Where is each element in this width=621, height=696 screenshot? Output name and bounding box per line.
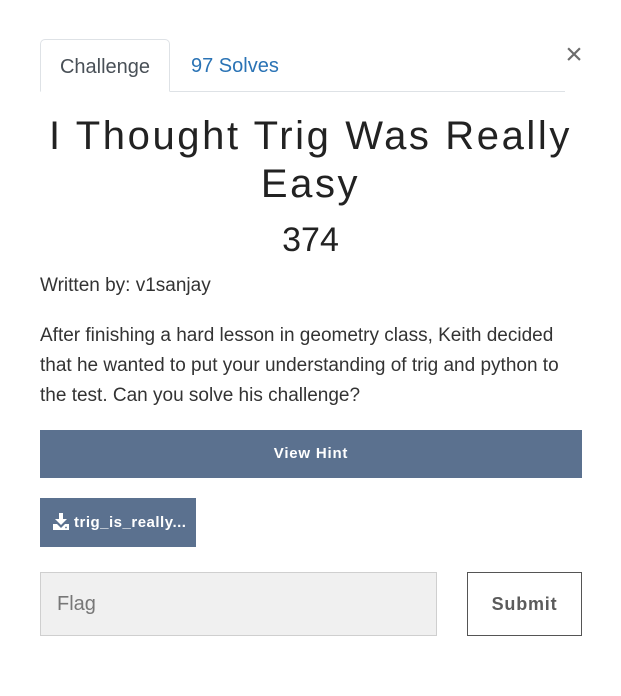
tab-challenge[interactable]: Challenge xyxy=(40,39,170,92)
submit-button[interactable]: Submit xyxy=(467,572,582,636)
close-icon[interactable]: × xyxy=(562,38,586,72)
view-hint-button[interactable]: View Hint xyxy=(40,430,582,478)
challenge-points: 374 xyxy=(282,221,339,259)
download-file-button[interactable]: trig_is_really... xyxy=(40,498,196,547)
download-file-label: trig_is_really... xyxy=(74,514,187,531)
download-icon xyxy=(53,513,69,530)
challenge-description: After finishing a hard lesson in geometr… xyxy=(40,325,559,406)
modal-tabs: Challenge 97 Solves xyxy=(40,39,565,92)
tab-solves[interactable]: 97 Solves xyxy=(191,39,279,91)
flag-input[interactable] xyxy=(40,572,437,636)
challenge-modal: Challenge 97 Solves × I Thought Trig Was… xyxy=(0,0,621,696)
challenge-title: I Thought Trig Was Really Easy xyxy=(49,114,572,206)
challenge-author: Written by: v1sanjay xyxy=(40,275,211,296)
